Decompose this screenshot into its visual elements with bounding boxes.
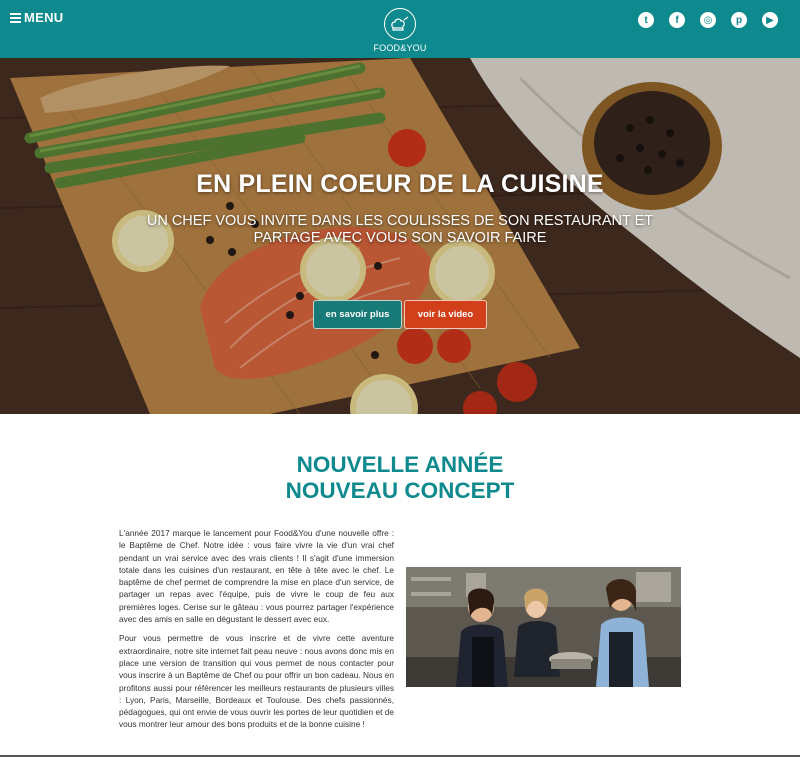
paragraph-1: L'année 2017 marque le lancement pour Fo…	[119, 528, 394, 625]
section-title: NOUVELLE ANNÉE NOUVEAU CONCEPT	[0, 452, 800, 504]
social-links: t f ◎ p ▶	[638, 12, 778, 28]
hamburger-icon	[10, 12, 21, 23]
hero-subtitle: UN CHEF VOUS INVITE DANS LES COULISSES D…	[146, 213, 654, 246]
article-text: L'année 2017 marque le lancement pour Fo…	[119, 527, 394, 738]
logo[interactable]: FOOD&YOU	[369, 8, 431, 53]
facebook-icon[interactable]: f	[669, 12, 685, 28]
kitchen-photo	[406, 567, 681, 687]
watch-video-button[interactable]: voir la video	[404, 300, 487, 329]
twitter-icon[interactable]: t	[638, 12, 654, 28]
menu-label: MENU	[24, 10, 64, 25]
instagram-icon[interactable]: ◎	[700, 12, 716, 28]
chef-hat-icon	[384, 8, 416, 40]
top-bar: MENU FOOD&YOU t f ◎ p ▶	[0, 0, 800, 58]
section-title-line1: NOUVELLE ANNÉE	[296, 452, 504, 477]
hero-banner: EN PLEIN COEUR DE LA CUISINE UN CHEF VOU…	[0, 58, 800, 414]
paragraph-2: Pour vous permettre de vous inscrire et …	[119, 633, 394, 730]
learn-more-button[interactable]: en savoir plus	[313, 300, 402, 329]
section-title-line2: NOUVEAU CONCEPT	[285, 478, 515, 503]
pinterest-icon[interactable]: p	[731, 12, 747, 28]
youtube-icon[interactable]: ▶	[762, 12, 778, 28]
menu-button[interactable]: MENU	[10, 10, 63, 25]
hero-title: EN PLEIN COEUR DE LA CUISINE	[196, 170, 604, 198]
logo-text: FOOD&YOU	[373, 43, 427, 53]
